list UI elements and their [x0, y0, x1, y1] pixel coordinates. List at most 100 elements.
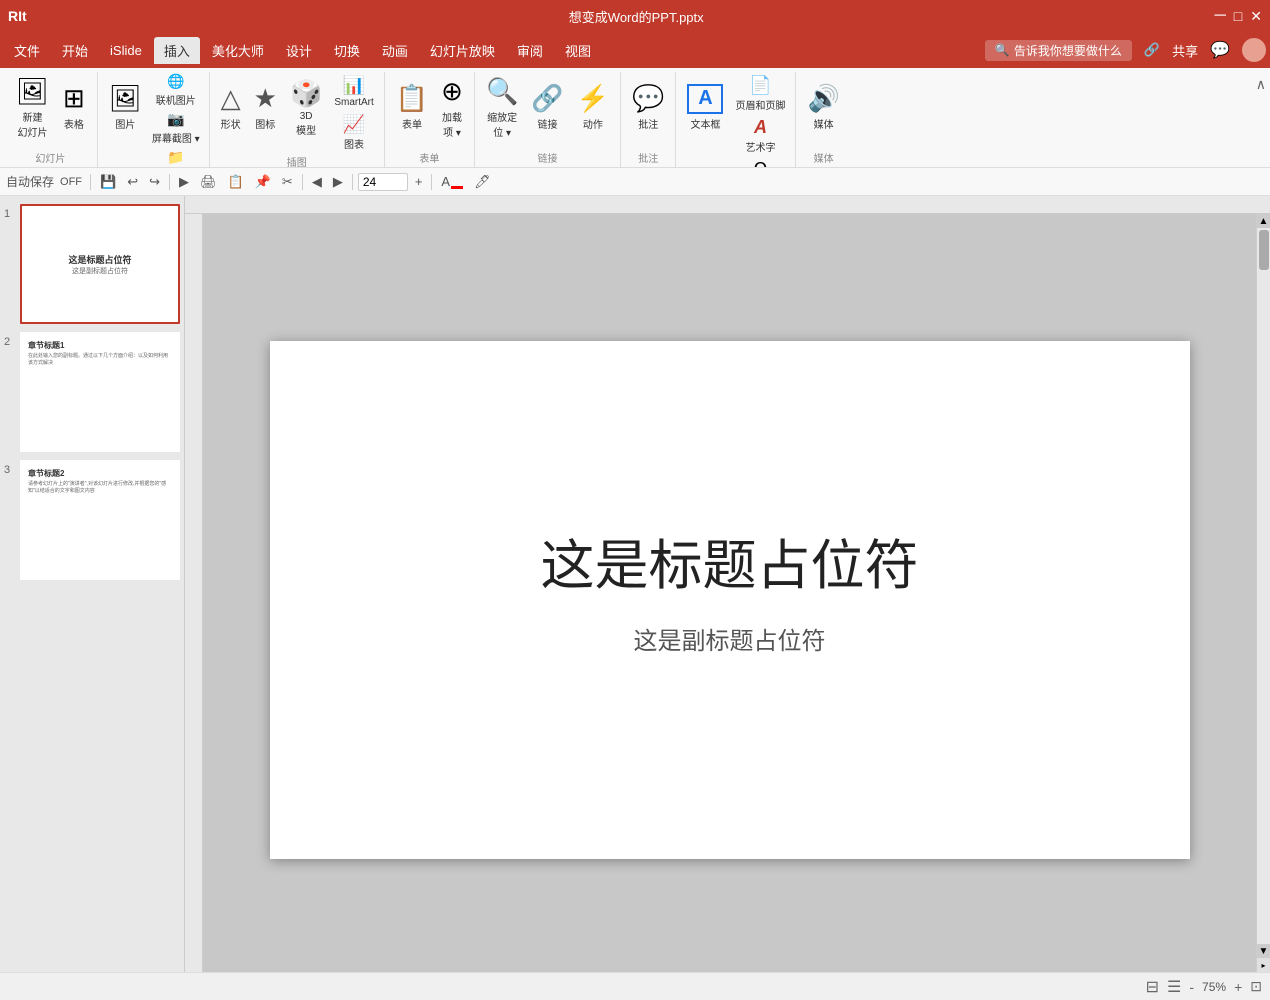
table-button[interactable]: ⊞ 表格	[57, 72, 91, 142]
search-placeholder: 告诉我你想要做什么	[1014, 42, 1122, 59]
paste-button[interactable]: 📌	[251, 172, 275, 192]
zoom-out-button[interactable]: -	[1189, 979, 1194, 995]
slide-view-button[interactable]: ⊟	[1146, 977, 1159, 997]
links-group-label: 链接	[538, 148, 558, 167]
slide-preview-1[interactable]: 这是标题占位符 这是副标题占位符	[20, 204, 180, 324]
scrollbar-vertical[interactable]: ▲ ▼ ▸ ▾	[1256, 214, 1270, 986]
present-button[interactable]: ▶	[175, 172, 193, 192]
chat-icon[interactable]: 💬	[1210, 40, 1230, 60]
scroll-v-thumb[interactable]	[1259, 230, 1269, 270]
menu-design[interactable]: 设计	[276, 37, 322, 64]
next-slide-button[interactable]: ▶	[329, 172, 347, 192]
slide-preview-3[interactable]: 章节标题2 请参考幻灯片上的"演讲者",对该幻灯片进行修改,并根据您的"感知"以…	[20, 460, 180, 580]
highlight-button[interactable]: 🖊	[470, 172, 495, 192]
shapes-button[interactable]: △ 形状	[216, 72, 246, 142]
zoom-icon: 🔍	[486, 76, 518, 107]
minimize-button[interactable]: ─	[1214, 7, 1225, 25]
smartart-label: SmartArt	[334, 97, 373, 108]
slide-subtitle[interactable]: 这是副标题占位符	[270, 621, 1190, 656]
canvas-area[interactable]: 这是标题占位符 这是副标题占位符	[203, 214, 1256, 986]
menu-view[interactable]: 视图	[555, 37, 601, 64]
scroll-v-up[interactable]: ▲	[1257, 214, 1270, 228]
ribbon-group-text: A 文本框 📄 页眉和页脚 A 艺术字 Ω 符号	[676, 72, 796, 167]
slide2-body: 在此处输入您的副标题。通过以下几个方面介绍：以及如何利用该方式解决	[28, 353, 172, 367]
3d-model-button[interactable]: 🎲 3D模型	[285, 72, 327, 142]
fit-button[interactable]: ⊡	[1250, 978, 1262, 995]
menu-review[interactable]: 审阅	[507, 37, 553, 64]
comment-button[interactable]: 💬 批注	[627, 72, 669, 142]
menu-bar: 文件 开始 iSlide 插入 美化大师 设计 切换 动画 幻灯片放映 审阅 视…	[0, 32, 1270, 68]
action-button[interactable]: ⚡ 动作	[572, 72, 614, 142]
image-button[interactable]: 🖼 图片	[104, 72, 147, 142]
slide-thumb-2[interactable]: 2 章节标题1 在此处输入您的副标题。通过以下几个方面介绍：以及如何利用该方式解…	[4, 332, 180, 452]
close-button[interactable]: ✕	[1250, 8, 1262, 25]
undo-button[interactable]: ↩	[123, 172, 142, 192]
addon-label: 加载项 ▾	[442, 109, 462, 139]
status-bar: ⊟ ☰ - 75% + ⊡	[0, 972, 1270, 1000]
ribbon-group-links: 🔍 缩放定位 ▾ 🔗 链接 ⚡ 动作 链接	[475, 72, 621, 167]
chart-label: 图表	[344, 136, 364, 151]
menu-animations[interactable]: 动画	[372, 37, 418, 64]
symbol-button[interactable]: Ω 符号	[731, 158, 789, 167]
media-button[interactable]: 🔊 媒体	[802, 72, 844, 142]
header-footer-button[interactable]: 📄 页眉和页脚	[731, 74, 789, 113]
slide-thumb-1[interactable]: 1 这是标题占位符 这是副标题占位符	[4, 204, 180, 324]
share-label[interactable]: 共享	[1172, 41, 1198, 60]
textbox-button[interactable]: A 文本框	[682, 72, 728, 142]
icons-button[interactable]: ★ 图标	[249, 72, 282, 142]
zoom-button[interactable]: 🔍 缩放定位 ▾	[481, 72, 523, 142]
wordart-button[interactable]: A 艺术字	[731, 116, 789, 155]
media-group-label: 媒体	[814, 148, 834, 167]
save-button[interactable]: 💾	[96, 172, 120, 192]
share-icon: 🔗	[1144, 42, 1160, 58]
autosave-toggle[interactable]: OFF	[57, 176, 85, 188]
search-box[interactable]: 🔍 告诉我你想要做什么	[985, 40, 1132, 61]
slide-main-title[interactable]: 这是标题占位符	[270, 521, 1190, 600]
menu-file[interactable]: 文件	[4, 37, 50, 64]
online-image-button[interactable]: 🌐 联机图片	[149, 72, 203, 108]
action-label: 动作	[583, 116, 603, 131]
chart-button[interactable]: 📈 图表	[330, 113, 377, 152]
link-button[interactable]: 🔗 链接	[526, 72, 568, 142]
slide1-title: 这是标题占位符	[68, 253, 131, 266]
smartart-button[interactable]: 📊 SmartArt	[330, 74, 377, 109]
online-image-icon: 🌐	[167, 73, 184, 90]
menu-beautify[interactable]: 美化大师	[202, 37, 274, 64]
user-avatar[interactable]	[1242, 38, 1266, 62]
slide-preview-2[interactable]: 章节标题1 在此处输入您的副标题。通过以下几个方面介绍：以及如何利用该方式解决	[20, 332, 180, 452]
menu-slideshow[interactable]: 幻灯片放映	[420, 37, 505, 64]
menu-home[interactable]: 开始	[52, 37, 98, 64]
icons-label: 图标	[255, 116, 275, 131]
redo-button[interactable]: ↪	[145, 172, 164, 192]
outline-view-button[interactable]: ☰	[1167, 977, 1181, 997]
scroll-v-down[interactable]: ▼	[1257, 944, 1270, 958]
form-button[interactable]: 📋 表单	[391, 72, 433, 142]
cut-button[interactable]: ✂	[278, 172, 297, 192]
slide1-subtitle: 这是副标题占位符	[72, 266, 128, 276]
ribbon-collapse-button[interactable]: ∧	[1252, 72, 1270, 97]
album-button[interactable]: 📁 相册 ▾	[149, 148, 203, 167]
wordart-label: 艺术字	[745, 139, 775, 154]
zoom-in-button[interactable]: +	[1234, 979, 1242, 995]
font-color-button[interactable]: A	[437, 172, 467, 191]
smartart-icon: 📊	[343, 75, 365, 96]
addon-button[interactable]: ⊕ 加载项 ▾	[436, 72, 468, 142]
menu-islide[interactable]: iSlide	[100, 39, 152, 62]
prev-slide-button[interactable]: ◀	[308, 172, 326, 192]
font-size-up[interactable]: +	[411, 172, 427, 191]
maximize-button[interactable]: □	[1234, 8, 1242, 24]
3d-model-label: 3D模型	[296, 111, 316, 137]
slide-number-2: 2	[4, 336, 16, 348]
ruler-horizontal: // Ruler ticks drawn via CSS	[185, 196, 1270, 214]
print-button[interactable]: 🖨	[196, 172, 221, 192]
new-slide-button[interactable]: 🖼 新建幻灯片	[10, 72, 55, 142]
menu-insert[interactable]: 插入	[154, 37, 200, 64]
screenshot-button[interactable]: 📷 屏幕截图 ▾	[149, 110, 203, 146]
ruler-h-svg: // Ruler ticks drawn via CSS	[203, 196, 1270, 213]
header-footer-label: 页眉和页脚	[735, 97, 785, 112]
copy-button[interactable]: 📋	[224, 172, 248, 192]
slide-thumb-3[interactable]: 3 章节标题2 请参考幻灯片上的"演讲者",对该幻灯片进行修改,并根据您的"感知…	[4, 460, 180, 580]
font-size-input[interactable]	[358, 173, 408, 191]
window-controls: ─ □ ✕	[1214, 7, 1262, 25]
menu-transitions[interactable]: 切换	[324, 37, 370, 64]
